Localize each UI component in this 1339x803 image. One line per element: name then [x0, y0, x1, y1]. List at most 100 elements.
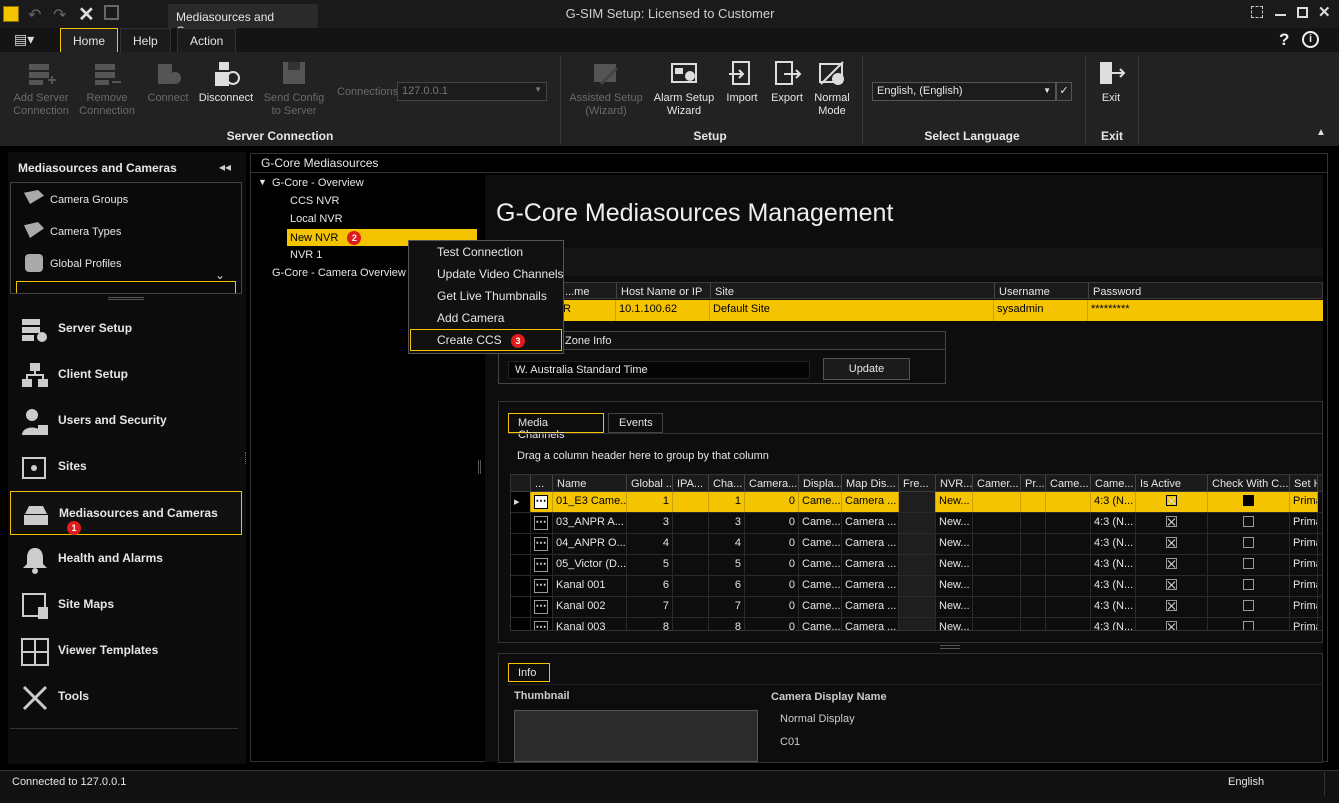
send-config-button[interactable]: Send Config to Server: [262, 58, 326, 118]
splitter-grip[interactable]: [108, 297, 144, 300]
is-active-checkbox[interactable]: [1166, 516, 1177, 527]
table-row[interactable]: ⋯ 05_Victor (D... 5 5 0 Came... Camera ... New.…: [511, 555, 1322, 576]
check-with-checkbox[interactable]: [1243, 600, 1254, 611]
column-header[interactable]: Camer...: [973, 475, 1021, 491]
column-header[interactable]: Cha...: [709, 475, 745, 491]
is-active-checkbox[interactable]: [1166, 579, 1177, 590]
menu-item-get-live-thumbnails[interactable]: Get Live Thumbnails: [437, 289, 547, 303]
chevron-down-icon[interactable]: ⌄: [215, 268, 225, 282]
column-header[interactable]: Is Active: [1136, 475, 1208, 491]
server-row[interactable]: R 10.1.100.62 Default Site sysadmin ****…: [560, 300, 1323, 321]
column-header[interactable]: Check With C...: [1208, 475, 1290, 491]
menu-item-update-video-channels[interactable]: Update Video Channels: [437, 267, 564, 281]
tab-home[interactable]: Home: [60, 28, 119, 52]
nav-client-setup[interactable]: Client Setup: [10, 353, 242, 397]
row-menu-button[interactable]: ⋯: [531, 492, 553, 512]
minimize-icon[interactable]: [1275, 14, 1286, 16]
normal-mode-button[interactable]: Normal Mode: [812, 58, 852, 118]
table-row[interactable]: ⋯ Kanal 003 8 8 0 Came... Camera ... New... 4:3 …: [511, 618, 1322, 630]
is-active-checkbox[interactable]: [1166, 621, 1177, 630]
row-menu-button[interactable]: ⋯: [531, 597, 553, 617]
column-header[interactable]: Global ...: [627, 475, 673, 491]
nav-mediasources-and-cameras[interactable]: Mediasources and Cameras 1: [10, 491, 242, 535]
redo-icon[interactable]: ↷: [53, 5, 66, 25]
left-splitter-grip[interactable]: [245, 452, 247, 464]
is-active-checkbox[interactable]: [1166, 495, 1177, 506]
table-row[interactable]: ⋯ 04_ANPR O... 4 4 0 Came... Camera ... New... 4…: [511, 534, 1322, 555]
table-row[interactable]: ⋯ Kanal 002 7 7 0 Came... Camera ... New... 4:3 …: [511, 597, 1322, 618]
expand-icon[interactable]: ▼: [258, 177, 267, 187]
app-menu-icon[interactable]: ▤▾: [14, 31, 40, 49]
fullscreen-icon[interactable]: [1251, 6, 1263, 18]
column-header[interactable]: Came...: [1046, 475, 1091, 491]
undo-icon[interactable]: ↶: [28, 5, 41, 25]
timezone-field[interactable]: W. Australia Standard Time: [508, 361, 810, 379]
tab-info[interactable]: Info: [508, 663, 550, 682]
disconnect-button[interactable]: Disconnect: [198, 58, 254, 105]
column-header[interactable]: Name: [553, 475, 627, 491]
horizontal-splitter-grip[interactable]: [940, 645, 960, 649]
help-icon[interactable]: ?: [1279, 30, 1289, 50]
update-button[interactable]: Update: [823, 358, 910, 380]
nav-server-setup[interactable]: Server Setup: [10, 307, 242, 351]
nav-users-and-security[interactable]: Users and Security: [10, 399, 242, 443]
column-header[interactable]: Came...: [1091, 475, 1136, 491]
tab-help[interactable]: Help: [120, 28, 171, 52]
row-menu-button[interactable]: ⋯: [531, 555, 553, 575]
tab-media-channels[interactable]: Media Channels: [508, 413, 604, 441]
sub-item-camera-types[interactable]: Camera Types: [50, 226, 121, 238]
tab-action[interactable]: Action: [177, 28, 237, 52]
is-active-checkbox[interactable]: [1166, 600, 1177, 611]
check-with-checkbox[interactable]: [1243, 516, 1254, 527]
exit-button[interactable]: Exit: [1092, 58, 1130, 105]
add-server-connection-button[interactable]: Add Server Connection: [8, 58, 74, 118]
column-header[interactable]: Set H: [1290, 475, 1318, 491]
import-button[interactable]: Import: [722, 58, 762, 105]
menu-item-test-connection[interactable]: Test Connection: [437, 245, 523, 259]
app-logo-icon[interactable]: [3, 6, 19, 22]
nav-site-maps[interactable]: Site Maps: [10, 583, 242, 627]
check-with-checkbox[interactable]: [1243, 495, 1254, 506]
row-menu-button[interactable]: ⋯: [531, 576, 553, 596]
is-active-checkbox[interactable]: [1166, 558, 1177, 569]
column-header[interactable]: IPA...: [673, 475, 709, 491]
column-header[interactable]: Password: [1089, 283, 1319, 298]
info-icon[interactable]: i: [1302, 31, 1319, 48]
column-header[interactable]: ...me: [561, 283, 617, 298]
column-header[interactable]: Username: [995, 283, 1089, 298]
column-header[interactable]: Map Dis...: [842, 475, 899, 491]
check-with-checkbox[interactable]: [1243, 537, 1254, 548]
collapse-panel-icon[interactable]: ◂◂: [219, 160, 231, 174]
check-with-checkbox[interactable]: [1243, 621, 1254, 630]
menu-item-add-camera[interactable]: Add Camera: [437, 311, 504, 325]
connections-dropdown[interactable]: 127.0.0.1 ▼: [397, 82, 547, 101]
tree-node-nvr-1[interactable]: NVR 1: [290, 249, 322, 261]
nav-viewer-templates[interactable]: Viewer Templates: [10, 629, 242, 673]
sub-item-camera-groups[interactable]: Camera Groups: [50, 194, 128, 206]
column-header[interactable]: Camera...: [745, 475, 799, 491]
is-active-checkbox[interactable]: [1166, 537, 1177, 548]
tab-events[interactable]: Events: [608, 413, 663, 433]
tree-node-local-nvr[interactable]: Local NVR: [290, 213, 343, 225]
collapse-ribbon-icon[interactable]: ▲: [1316, 127, 1326, 138]
nav-health-and-alarms[interactable]: Health and Alarms: [10, 537, 242, 581]
row-menu-button[interactable]: ⋯: [531, 513, 553, 533]
language-dropdown[interactable]: English, (English) ▼: [872, 82, 1056, 101]
vertical-splitter-grip[interactable]: [478, 460, 481, 474]
nav-tools[interactable]: Tools: [10, 675, 242, 719]
check-with-checkbox[interactable]: [1243, 558, 1254, 569]
table-row[interactable]: ⋯ 03_ANPR A... 3 3 0 Came... Camera ... New... 4…: [511, 513, 1322, 534]
remove-connection-button[interactable]: Remove Connection: [78, 58, 136, 118]
row-menu-button[interactable]: ⋯: [531, 534, 553, 554]
assisted-setup-button[interactable]: Assisted Setup (Wizard): [568, 58, 644, 118]
row-indicator-header[interactable]: [511, 475, 531, 491]
column-header[interactable]: NVR...: [936, 475, 973, 491]
tree-node-ccs-nvr[interactable]: CCS NVR: [290, 195, 340, 207]
table-row[interactable]: ⋯ Kanal 001 6 6 0 Came... Camera ... New... 4:3 …: [511, 576, 1322, 597]
sub-item-global-profiles[interactable]: Global Profiles: [50, 258, 122, 270]
tree-node-overview[interactable]: G-Core - Overview: [272, 177, 364, 189]
row-menu-button[interactable]: ⋯: [531, 618, 553, 630]
table-row[interactable]: ▸ ⋯ 01_E3 Came... 1 1 0 Came... Camera ... New..…: [511, 492, 1322, 513]
tree-node-camera-overview[interactable]: G-Core - Camera Overview: [272, 267, 406, 279]
sub-item-selected[interactable]: [16, 281, 236, 293]
